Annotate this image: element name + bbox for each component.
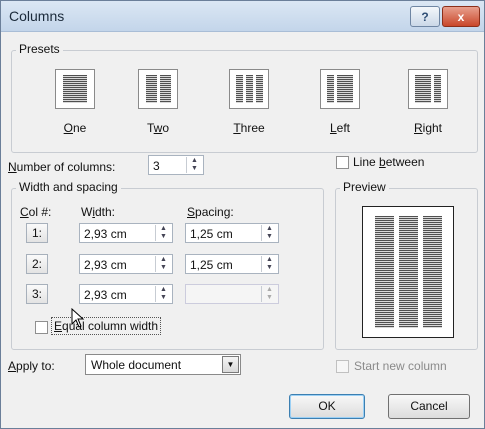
spin-down-icon[interactable]: ▼ bbox=[262, 233, 277, 241]
window-title: Columns bbox=[9, 8, 65, 24]
spin-down-icon[interactable]: ▼ bbox=[156, 264, 171, 272]
preset-three-icon bbox=[229, 69, 269, 109]
spin-down-icon[interactable]: ▼ bbox=[156, 233, 171, 241]
preset-two-icon bbox=[138, 69, 178, 109]
spin-up-icon[interactable]: ▲ bbox=[187, 157, 202, 165]
column-bar bbox=[159, 75, 171, 103]
equal-column-width-checkbox[interactable] bbox=[35, 321, 48, 334]
width-value-3: 2,93 cm bbox=[84, 288, 127, 302]
cancel-button[interactable]: Cancel bbox=[388, 394, 470, 419]
column-bar bbox=[63, 75, 87, 103]
spinner-arrows: ▲ ▼ bbox=[261, 286, 277, 302]
preview-column bbox=[422, 216, 442, 328]
apply-to-value: Whole document bbox=[91, 358, 182, 372]
column-bar bbox=[337, 75, 353, 103]
col-number-header: Col #: bbox=[20, 205, 52, 219]
number-of-columns-value: 3 bbox=[153, 159, 160, 173]
width-value-2: 2,93 cm bbox=[84, 258, 127, 272]
spin-down-icon[interactable]: ▼ bbox=[262, 264, 277, 272]
equal-column-width-label[interactable]: Equal column width bbox=[51, 317, 162, 335]
preset-one-icon bbox=[55, 69, 95, 109]
preset-three[interactable]: Three bbox=[205, 69, 297, 149]
title-bar[interactable]: Columns ? x bbox=[1, 1, 484, 32]
number-of-columns-spinner[interactable]: 3 ▲ ▼ bbox=[148, 155, 204, 175]
preset-two[interactable]: Two bbox=[114, 69, 206, 149]
mouse-pointer-icon bbox=[71, 308, 85, 328]
preset-left[interactable]: Left bbox=[296, 69, 388, 149]
spacing-spinner-1[interactable]: 1,25 cm ▲ ▼ bbox=[185, 223, 279, 243]
spacing-header: Spacing: bbox=[187, 205, 234, 219]
width-spinner-1[interactable]: 2,93 cm ▲ ▼ bbox=[79, 223, 173, 243]
line-between-label: Line between bbox=[353, 155, 425, 169]
spin-down-icon[interactable]: ▼ bbox=[156, 294, 171, 302]
apply-to-dropdown[interactable]: Whole document ▼ bbox=[85, 354, 241, 375]
chevron-down-icon[interactable]: ▼ bbox=[222, 356, 239, 373]
columns-dialog: Columns ? x Presets One Two Three Left R… bbox=[0, 0, 485, 429]
spinner-arrows[interactable]: ▲ ▼ bbox=[186, 157, 202, 173]
column-bar bbox=[327, 75, 334, 103]
spin-up-icon[interactable]: ▲ bbox=[156, 286, 171, 294]
preset-two-label: Two bbox=[146, 121, 170, 135]
spacing-value-2: 1,25 cm bbox=[190, 258, 233, 272]
start-new-column-checkbox bbox=[336, 360, 349, 373]
spacing-spinner-2[interactable]: 1,25 cm ▲ ▼ bbox=[185, 254, 279, 274]
preset-right-icon bbox=[408, 69, 448, 109]
help-button[interactable]: ? bbox=[410, 6, 440, 27]
preset-three-label: Three bbox=[233, 121, 265, 135]
spinner-arrows[interactable]: ▲ ▼ bbox=[155, 286, 171, 302]
spin-up-icon[interactable]: ▲ bbox=[262, 225, 277, 233]
spin-up-icon[interactable]: ▲ bbox=[156, 256, 171, 264]
spin-up-icon: ▲ bbox=[266, 286, 273, 293]
spacing-spinner-3: ▲ ▼ bbox=[185, 284, 279, 304]
help-icon: ? bbox=[421, 9, 429, 24]
preset-right-label: Right bbox=[413, 121, 443, 135]
column-bar bbox=[145, 75, 157, 103]
preset-right[interactable]: Right bbox=[384, 69, 476, 149]
column-bar bbox=[235, 75, 243, 103]
preset-one[interactable]: One bbox=[31, 69, 123, 149]
spinner-arrows[interactable]: ▲ ▼ bbox=[155, 256, 171, 272]
column-bar bbox=[255, 75, 263, 103]
spin-up-icon[interactable]: ▲ bbox=[156, 225, 171, 233]
start-new-column-label: Start new column bbox=[354, 359, 447, 373]
number-of-columns-label: Number of columns: bbox=[8, 160, 116, 174]
width-spinner-2[interactable]: 2,93 cm ▲ ▼ bbox=[79, 254, 173, 274]
width-spinner-3[interactable]: 2,93 cm ▲ ▼ bbox=[79, 284, 173, 304]
col-number-2: 2: bbox=[26, 254, 48, 274]
preview-column bbox=[398, 216, 418, 328]
preview-page bbox=[362, 206, 454, 338]
spacing-value-1: 1,25 cm bbox=[190, 227, 233, 241]
preview-label: Preview bbox=[340, 180, 389, 194]
col-number-3: 3: bbox=[26, 284, 48, 304]
spinner-arrows[interactable]: ▲ ▼ bbox=[261, 256, 277, 272]
width-value-1: 2,93 cm bbox=[84, 227, 127, 241]
close-icon: x bbox=[457, 9, 465, 24]
ok-button[interactable]: OK bbox=[289, 394, 365, 419]
width-header: Width: bbox=[81, 205, 116, 219]
column-bar bbox=[434, 75, 441, 103]
preview-column bbox=[374, 216, 394, 328]
spinner-arrows[interactable]: ▲ ▼ bbox=[261, 225, 277, 241]
width-spacing-label: Width and spacing bbox=[16, 180, 121, 194]
preset-left-label: Left bbox=[329, 121, 351, 135]
presets-label: Presets bbox=[16, 42, 63, 56]
line-between-checkbox[interactable] bbox=[336, 156, 349, 169]
col-number-1: 1: bbox=[26, 223, 48, 243]
close-button[interactable]: x bbox=[442, 6, 480, 27]
spin-up-icon[interactable]: ▲ bbox=[262, 256, 277, 264]
spinner-arrows[interactable]: ▲ ▼ bbox=[155, 225, 171, 241]
preset-one-label: One bbox=[63, 121, 87, 135]
spin-down-icon: ▼ bbox=[266, 294, 273, 301]
spin-down-icon[interactable]: ▼ bbox=[187, 165, 202, 173]
preset-left-icon bbox=[320, 69, 360, 109]
apply-to-label: Apply to: bbox=[8, 359, 55, 373]
column-bar bbox=[415, 75, 431, 103]
column-bar bbox=[245, 75, 253, 103]
